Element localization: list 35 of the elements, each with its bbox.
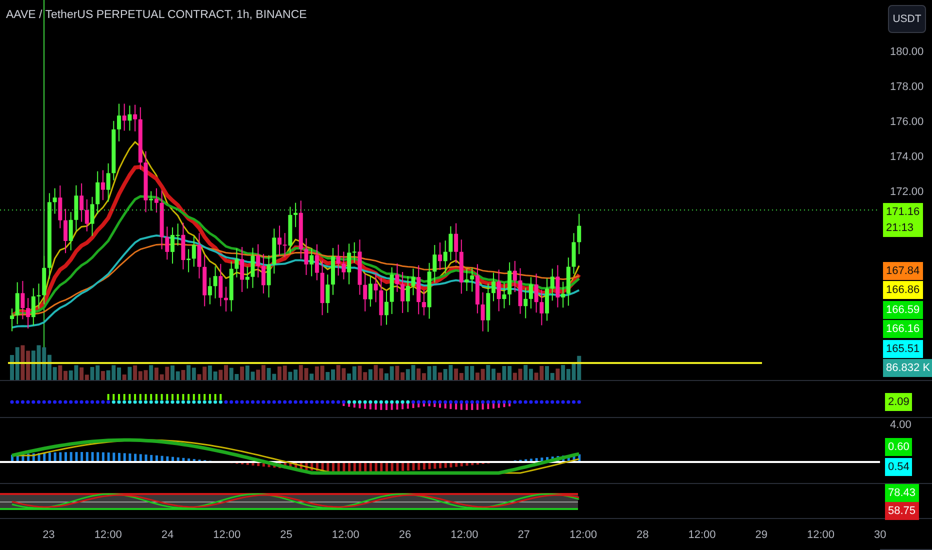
time-label: 12:00 — [450, 528, 480, 540]
price-label: 174.00 — [889, 150, 925, 165]
time-label: 12:00 — [568, 528, 598, 540]
time-label: 12:00 — [687, 528, 717, 540]
time-label: 12:00 — [330, 528, 360, 540]
indicator-scale-label: 4.00 — [889, 418, 912, 432]
symbol-title: AAVE / TetherUS PERPETUAL CONTRACT, 1h, BINANCE — [6, 9, 307, 21]
price-badge: 166.59 — [883, 300, 923, 318]
time-label: 29 — [754, 528, 768, 540]
time-label: 30 — [873, 528, 888, 540]
time-label: 28 — [635, 528, 650, 540]
price-badge: 166.86 — [883, 281, 923, 299]
price-label: 178.00 — [889, 80, 925, 95]
time-label: 27 — [516, 528, 531, 540]
price-badge: 165.51 — [883, 340, 923, 358]
time-label: 25 — [279, 528, 294, 540]
price-badge: 171.16 21:13 — [883, 203, 923, 237]
currency-button[interactable]: USDT — [888, 5, 926, 33]
price-badge: 166.16 — [883, 320, 923, 338]
price-label: 172.00 — [889, 185, 925, 200]
indicator-badge: 58.75 — [885, 502, 919, 520]
indicator-badge: 0.54 — [885, 458, 912, 476]
indicator-badge: 78.43 — [885, 484, 919, 502]
time-label: 12:00 — [806, 528, 836, 540]
time-label: 12:00 — [93, 528, 123, 540]
price-badge: 86.832 K — [883, 359, 932, 377]
indicator-badge: 0.60 — [885, 438, 912, 456]
time-label: 26 — [398, 528, 412, 540]
time-label: 23 — [42, 528, 56, 540]
time-label: 12:00 — [212, 528, 242, 540]
price-label: 176.00 — [889, 115, 925, 130]
indicator-badge: 2.09 — [885, 393, 912, 411]
price-label: 180.00 — [889, 45, 925, 60]
price-badge: 167.84 — [883, 262, 923, 280]
time-label: 24 — [160, 528, 175, 540]
